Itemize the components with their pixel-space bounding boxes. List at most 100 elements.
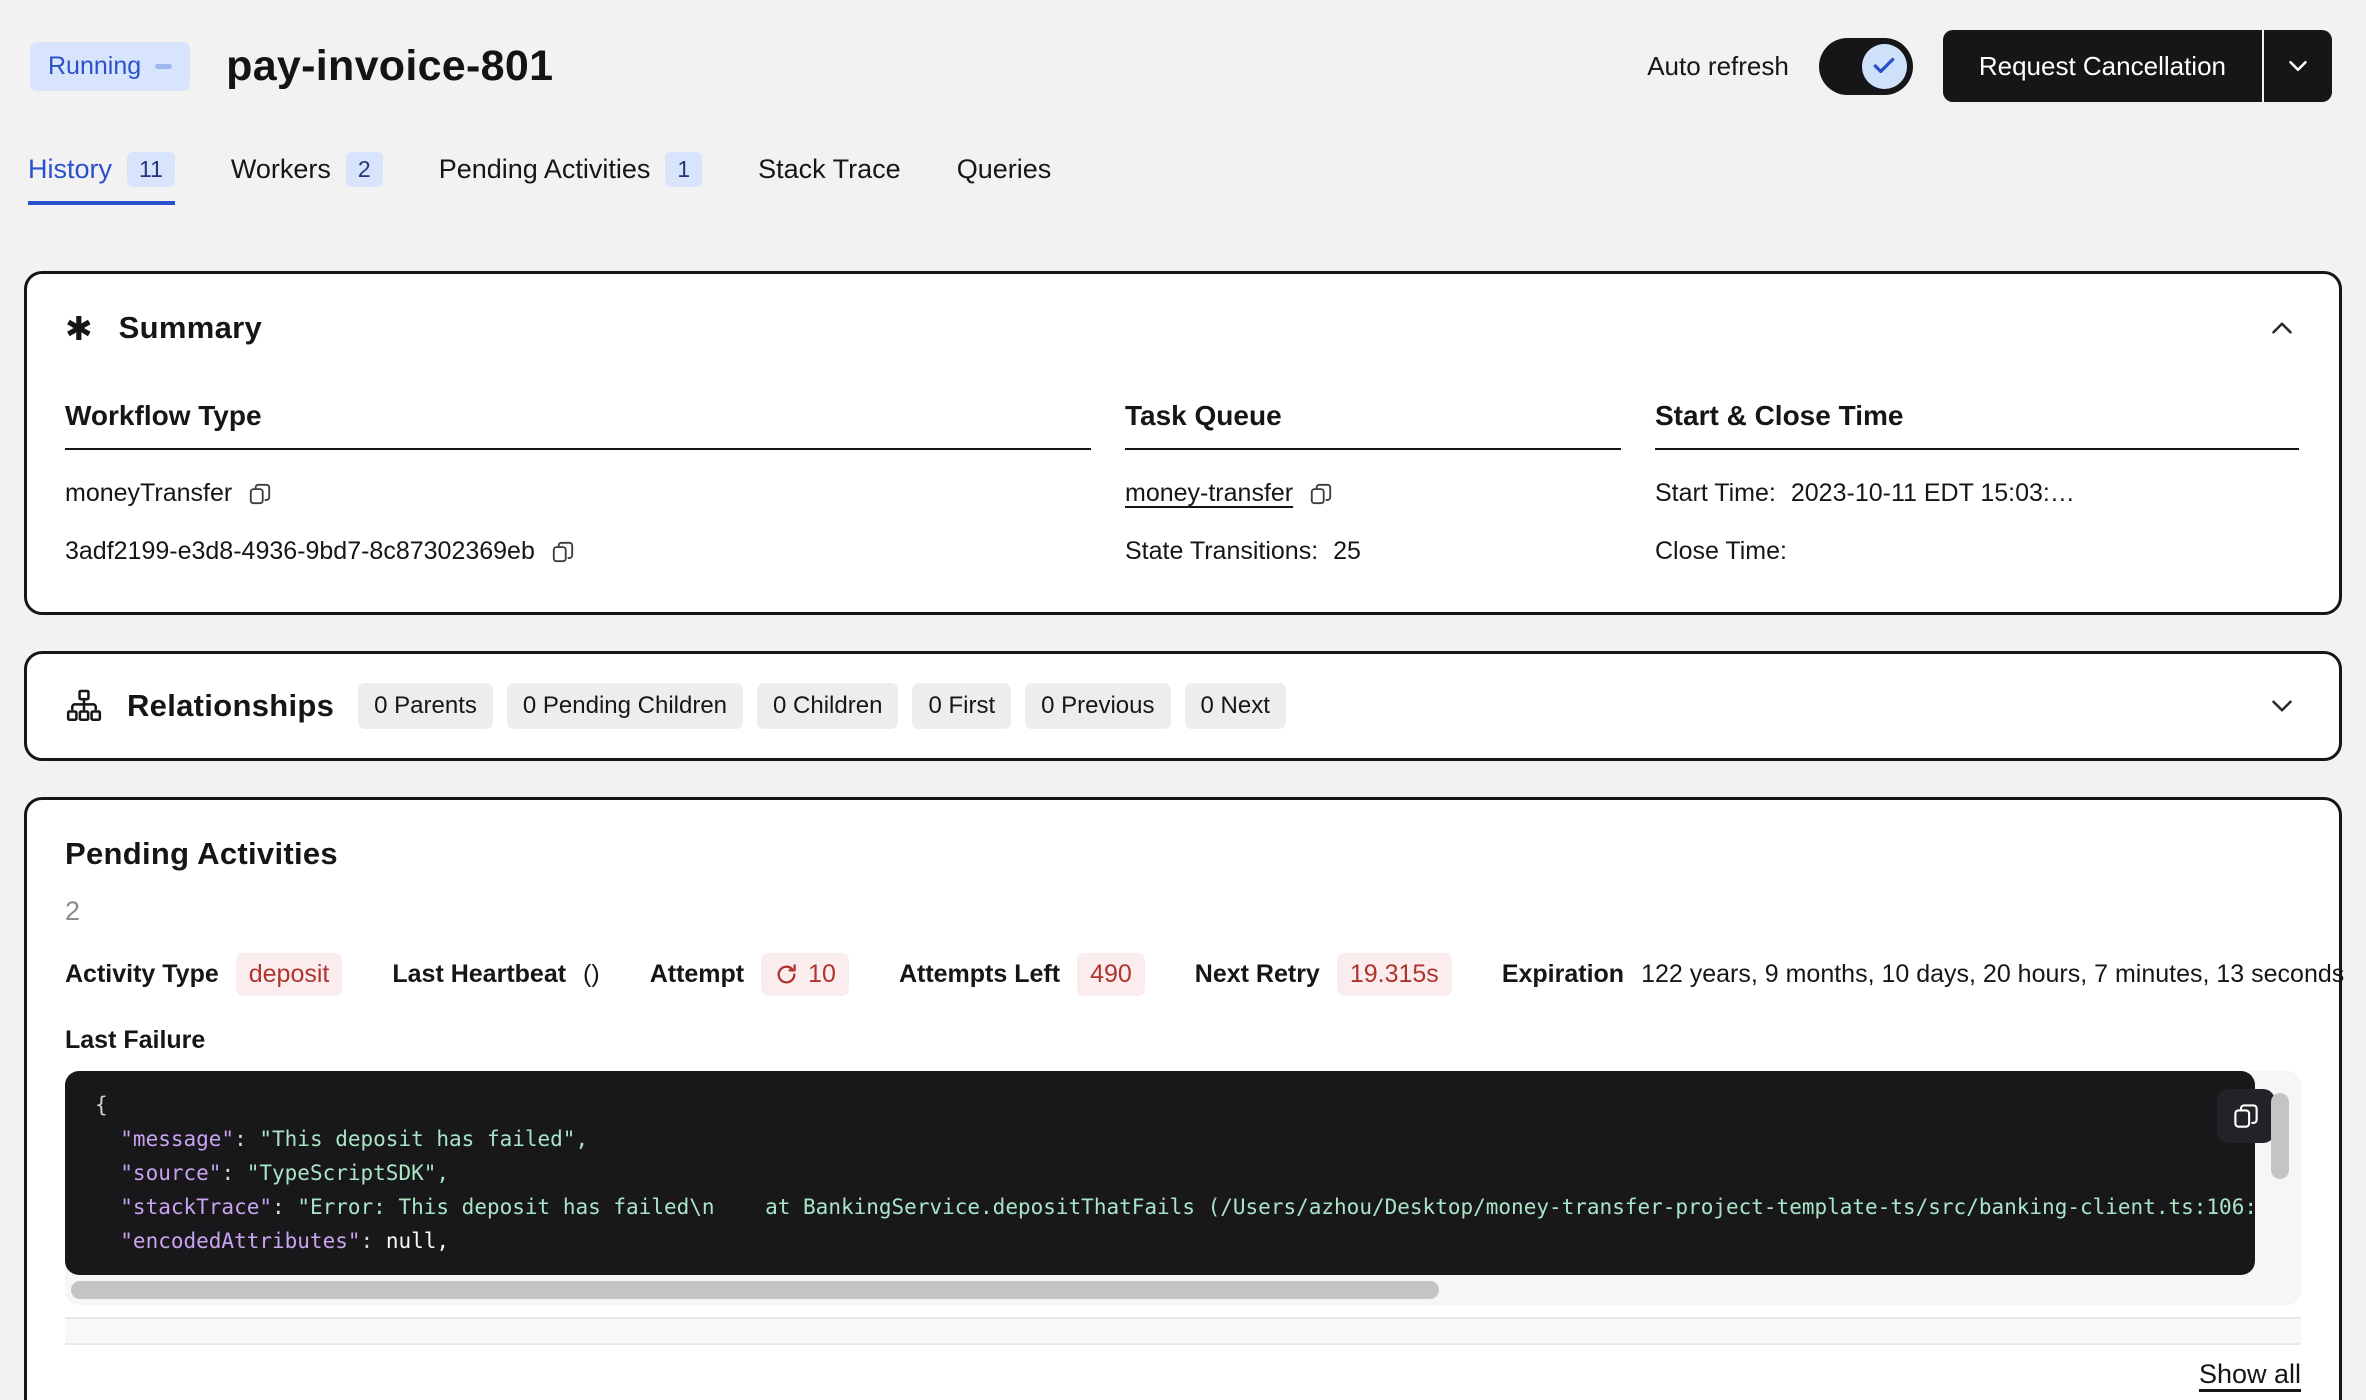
show-all-link[interactable]: Show all <box>2199 1359 2301 1390</box>
topbar: Running pay-invoice-801 Auto refresh Req… <box>0 0 2366 104</box>
json-value: "TypeScriptSDK", <box>247 1161 449 1185</box>
tab-label: Stack Trace <box>758 154 901 185</box>
close-time-label: Close Time: <box>1655 537 1787 566</box>
tab-label: Queries <box>957 154 1052 185</box>
last-heartbeat-label: Last Heartbeat <box>392 960 566 989</box>
task-queue-column: Task Queue money-transfer State Transiti… <box>1125 400 1621 566</box>
start-time-label: Start Time: <box>1655 479 1776 508</box>
attempts-left-field: Attempts Left 490 <box>899 953 1145 996</box>
json-key: "encodedAttributes" <box>95 1229 361 1253</box>
children-badge: 0 Children <box>757 683 898 729</box>
attempt-label: Attempt <box>650 960 744 989</box>
workflow-type-column: Workflow Type moneyTransfer 3adf2199-e3d… <box>65 400 1091 566</box>
tab-label: History <box>28 154 112 185</box>
tab-stack-trace[interactable]: Stack Trace <box>758 152 901 205</box>
next-retry-field: Next Retry 19.315s <box>1195 953 1452 996</box>
workflow-type-value: moneyTransfer <box>65 479 232 508</box>
attempt-badge: 10 <box>761 953 849 996</box>
horizontal-scrollbar[interactable] <box>71 1281 1439 1299</box>
chevron-up-icon <box>2265 311 2299 345</box>
expiration-label: Expiration <box>1502 960 1624 989</box>
activity-type-field: Activity Type deposit <box>65 953 342 996</box>
summary-collapse-button[interactable] <box>2265 311 2299 345</box>
check-icon <box>1871 53 1897 79</box>
summary-grid: Workflow Type moneyTransfer 3adf2199-e3d… <box>65 400 2299 566</box>
pending-activities-count: 2 <box>65 896 2301 927</box>
task-queue-link[interactable]: money-transfer <box>1125 479 1293 508</box>
tab-workers[interactable]: Workers 2 <box>231 152 383 205</box>
summary-title: Summary <box>119 310 262 346</box>
json-key: "message" <box>95 1127 234 1151</box>
relationships-card: Relationships 0 Parents 0 Pending Childr… <box>24 651 2342 761</box>
copy-task-queue-button[interactable] <box>1308 481 1334 507</box>
copy-failure-button[interactable] <box>2217 1089 2275 1143</box>
pending-activities-title: Pending Activities <box>65 836 2301 872</box>
chevron-down-icon <box>2265 689 2299 723</box>
summary-card: ✱ Summary Workflow Type moneyTransfer 3a… <box>24 271 2342 615</box>
workflow-type-heading: Workflow Type <box>65 400 1091 450</box>
task-queue-heading: Task Queue <box>1125 400 1621 450</box>
tab-count-badge: 2 <box>346 152 383 187</box>
pending-activities-card: Pending Activities 2 Activity Type depos… <box>24 797 2342 1400</box>
copy-icon <box>247 481 273 507</box>
relationships-expand-button[interactable] <box>2265 689 2299 723</box>
next-retry-badge: 19.315s <box>1337 953 1452 996</box>
run-id-value: 3adf2199-e3d8-4936-9bd7-8c87302369eb <box>65 537 535 566</box>
tab-label: Workers <box>231 154 331 185</box>
tab-queries[interactable]: Queries <box>957 152 1052 205</box>
auto-refresh-toggle[interactable] <box>1819 38 1913 95</box>
last-heartbeat-value: () <box>583 960 600 989</box>
json-colon: : <box>361 1229 386 1253</box>
sitemap-icon <box>65 687 103 725</box>
relationships-badges: 0 Parents 0 Pending Children 0 Children … <box>358 683 1286 729</box>
status-badge: Running <box>30 42 190 91</box>
status-spinner-icon <box>155 64 172 69</box>
copy-icon <box>1308 481 1334 507</box>
json-colon: : <box>221 1161 246 1185</box>
page-title: pay-invoice-801 <box>226 42 553 91</box>
expiration-value: 122 years, 9 months, 10 days, 20 hours, … <box>1641 960 2344 989</box>
last-heartbeat-field: Last Heartbeat () <box>392 960 599 989</box>
json-open-brace: { <box>95 1093 108 1117</box>
expiration-field: Expiration 122 years, 9 months, 10 days,… <box>1502 960 2344 989</box>
activity-type-label: Activity Type <box>65 960 219 989</box>
copy-workflow-type-button[interactable] <box>247 481 273 507</box>
summary-icon: ✱ <box>65 312 93 345</box>
json-key: "stackTrace" <box>95 1195 272 1219</box>
status-label: Running <box>48 52 141 81</box>
json-colon: : <box>272 1195 297 1219</box>
activity-type-badge: deposit <box>236 953 343 996</box>
json-key: "source" <box>95 1161 221 1185</box>
json-value: "This deposit has failed", <box>259 1127 588 1151</box>
last-failure-label: Last Failure <box>65 1026 2301 1055</box>
workflow-tabs: History 11 Workers 2 Pending Activities … <box>28 152 2366 205</box>
last-failure-code-area: { "message": "This deposit has failed", … <box>65 1071 2301 1305</box>
copy-icon <box>550 539 576 565</box>
tab-label: Pending Activities <box>439 154 651 185</box>
json-value: "Error: This deposit has failed\n at Ban… <box>297 1195 2255 1219</box>
start-time-value: 2023-10-11 EDT 15:03:… <box>1791 479 2075 508</box>
request-cancellation-button[interactable]: Request Cancellation <box>1943 30 2262 102</box>
tab-count-badge: 11 <box>127 152 175 187</box>
time-heading: Start & Close Time <box>1655 400 2299 450</box>
first-badge: 0 First <box>912 683 1011 729</box>
json-colon: : <box>234 1127 259 1151</box>
pending-children-badge: 0 Pending Children <box>507 683 743 729</box>
tab-pending-activities[interactable]: Pending Activities 1 <box>439 152 702 205</box>
second-activity-row <box>65 1317 2301 1345</box>
tab-history[interactable]: History 11 <box>28 152 175 205</box>
summary-card-header: ✱ Summary <box>65 310 2299 346</box>
copy-run-id-button[interactable] <box>550 539 576 565</box>
json-value: null, <box>386 1229 449 1253</box>
vertical-scrollbar[interactable] <box>2271 1093 2289 1179</box>
pending-activity-fields: Activity Type deposit Last Heartbeat () … <box>65 953 2301 996</box>
relationships-title: Relationships <box>127 688 334 724</box>
tab-count-badge: 1 <box>665 152 702 187</box>
attempts-left-badge: 490 <box>1077 953 1145 996</box>
parents-badge: 0 Parents <box>358 683 493 729</box>
attempts-left-label: Attempts Left <box>899 960 1060 989</box>
topbar-actions: Auto refresh Request Cancellation <box>1647 30 2332 102</box>
time-column: Start & Close Time Start Time: 2023-10-1… <box>1655 400 2299 566</box>
show-all-row: Show all <box>65 1359 2301 1390</box>
cancel-menu-button[interactable] <box>2264 30 2332 102</box>
